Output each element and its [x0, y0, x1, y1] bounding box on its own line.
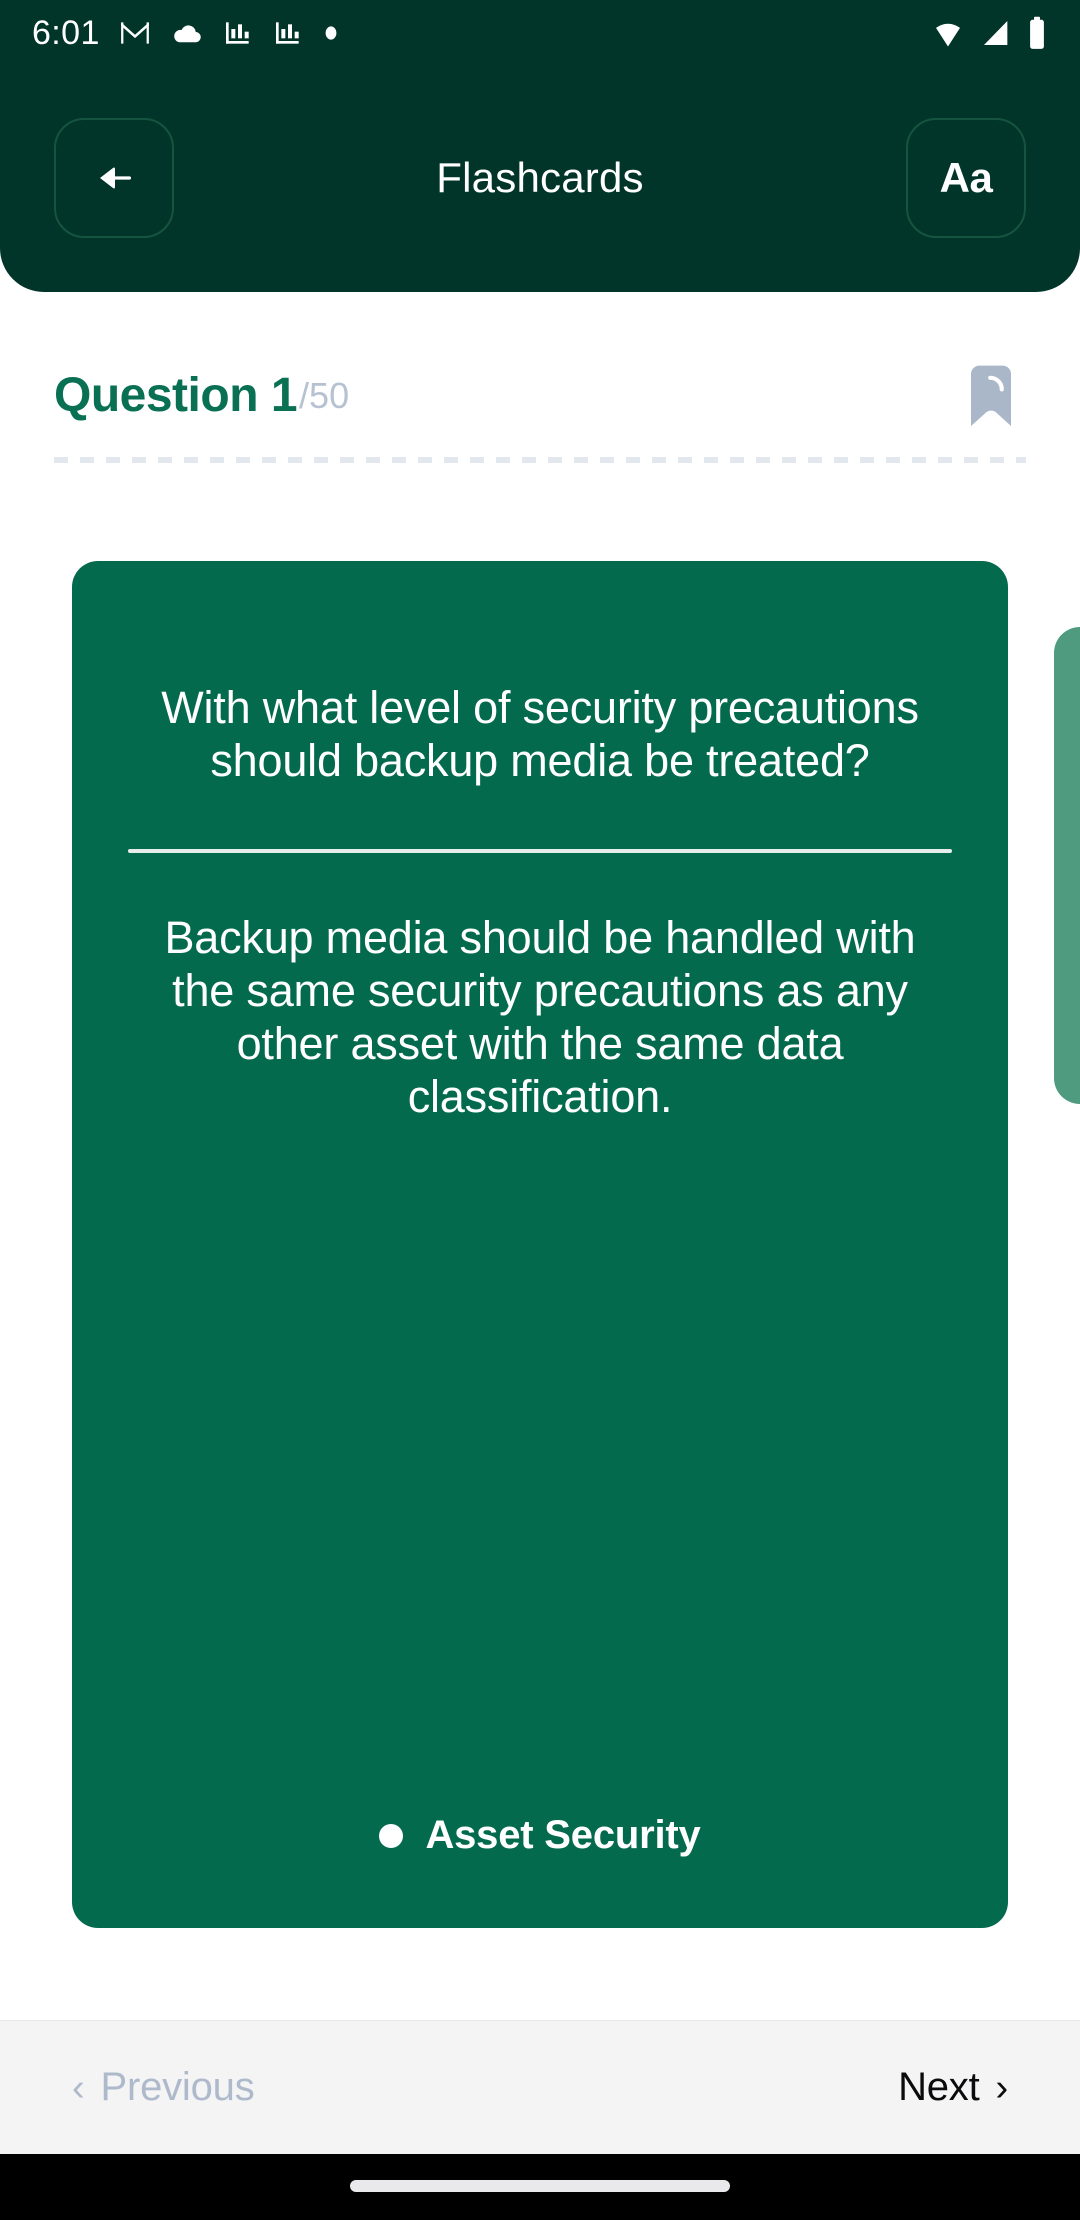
arrow-left-icon: [100, 167, 131, 189]
navigation-footer: ‹ Previous Next ›: [0, 2020, 1080, 2154]
chart-bars-icon: [275, 22, 299, 44]
previous-button[interactable]: ‹ Previous: [72, 2065, 255, 2110]
category-dot-icon: [379, 1823, 404, 1848]
question-total-label: /50: [299, 375, 350, 416]
next-label: Next: [898, 2065, 980, 2109]
bookmark-icon: [971, 365, 1011, 426]
category-label: Asset Security: [425, 1813, 701, 1857]
status-bar-left: 6:01: [32, 14, 340, 53]
flashcard-question: With what level of security precautions …: [161, 682, 919, 787]
gmail-icon: [120, 22, 149, 44]
dashed-divider: [54, 457, 1026, 463]
flashcard-answer: Backup media should be handled with the …: [164, 912, 916, 1123]
page-title: Flashcards: [436, 154, 644, 201]
system-gesture-bar: [0, 2154, 1080, 2220]
next-button[interactable]: Next ›: [898, 2065, 1008, 2110]
back-button[interactable]: [54, 118, 174, 238]
wifi-icon: [936, 23, 960, 47]
font-size-button[interactable]: Aa: [906, 118, 1026, 238]
status-bar: 6:01: [0, 0, 1080, 66]
bookmark-button[interactable]: [956, 361, 1026, 431]
gesture-pill[interactable]: [350, 2180, 730, 2192]
status-bar-right: [930, 15, 1048, 51]
status-time: 6:01: [32, 13, 100, 52]
chart-bars-icon: [225, 22, 249, 44]
flashcard-category: Asset Security: [128, 1813, 952, 1876]
cloud-icon: [173, 25, 201, 43]
battery-icon: [1030, 16, 1044, 49]
flashcard[interactable]: With what level of security precautions …: [72, 561, 1008, 1928]
cellular-signal-icon: [983, 20, 1008, 46]
header-row: Flashcards Aa: [0, 118, 1080, 238]
chevron-right-icon: ›: [995, 2066, 1009, 2109]
flashcard-divider: [128, 849, 952, 854]
question-counter-label: Question 1: [54, 369, 298, 422]
previous-label: Previous: [100, 2065, 255, 2109]
dot-icon: [325, 26, 337, 40]
chevron-left-icon: ‹: [72, 2066, 85, 2109]
next-card-peek[interactable]: [1054, 627, 1080, 1104]
font-size-label: Aa: [939, 154, 993, 201]
question-meta-row: Question 1 /50: [0, 356, 1080, 436]
